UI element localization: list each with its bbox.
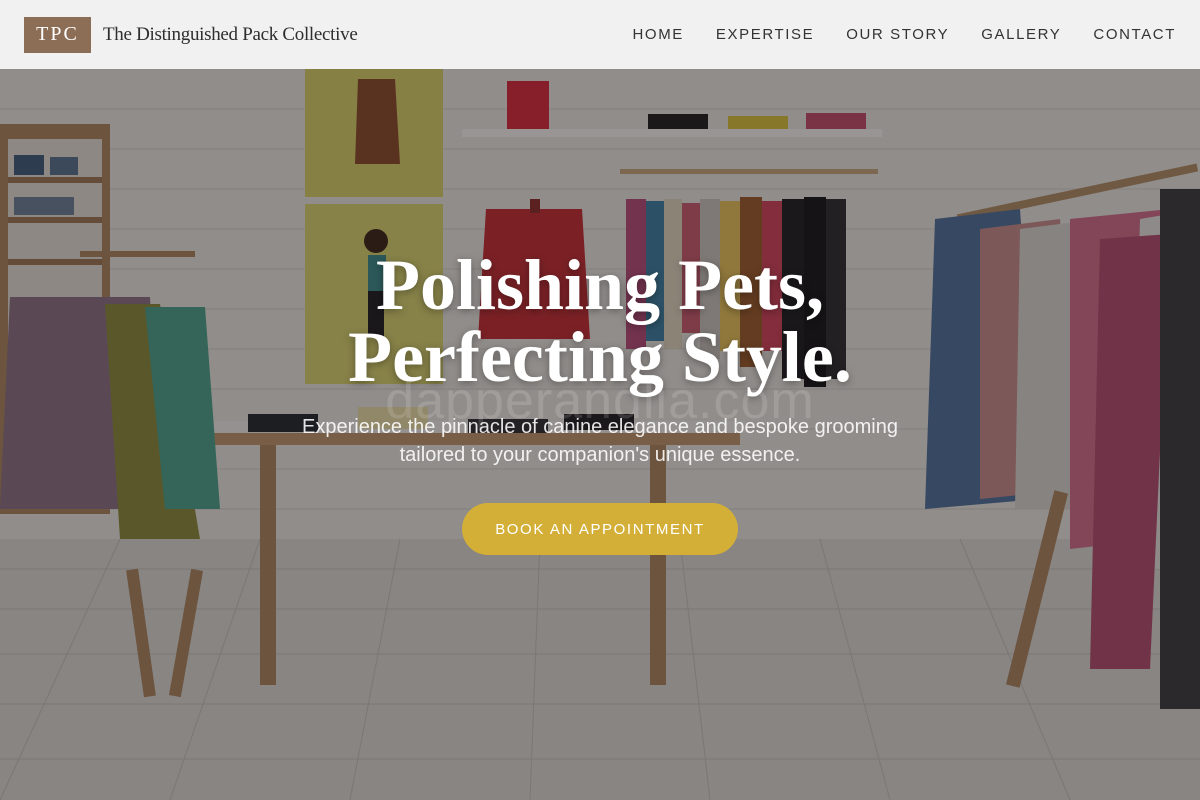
brand-name[interactable]: The Distinguished Pack Collective [103, 24, 358, 46]
hero-section: dapperandlia.com Polishing Pets, Perfect… [0, 69, 1200, 800]
site-header: TPC The Distinguished Pack Collective HO… [0, 0, 1200, 69]
nav-expertise[interactable]: EXPERTISE [716, 26, 814, 43]
nav-gallery[interactable]: GALLERY [981, 26, 1061, 43]
headline-line-1: Polishing Pets, [375, 245, 824, 325]
main-nav: HOME EXPERTISE OUR STORY GALLERY CONTACT [633, 26, 1177, 43]
brand[interactable]: TPC The Distinguished Pack Collective [24, 16, 358, 53]
nav-our-story[interactable]: OUR STORY [846, 26, 949, 43]
nav-home[interactable]: HOME [633, 26, 684, 43]
book-appointment-button[interactable]: BOOK AN APPOINTMENT [462, 503, 738, 555]
nav-contact[interactable]: CONTACT [1093, 26, 1176, 43]
logo[interactable]: TPC [24, 16, 91, 53]
hero-content: dapperandlia.com Polishing Pets, Perfect… [0, 69, 1200, 800]
watermark-text: dapperandlia.com [385, 372, 815, 430]
